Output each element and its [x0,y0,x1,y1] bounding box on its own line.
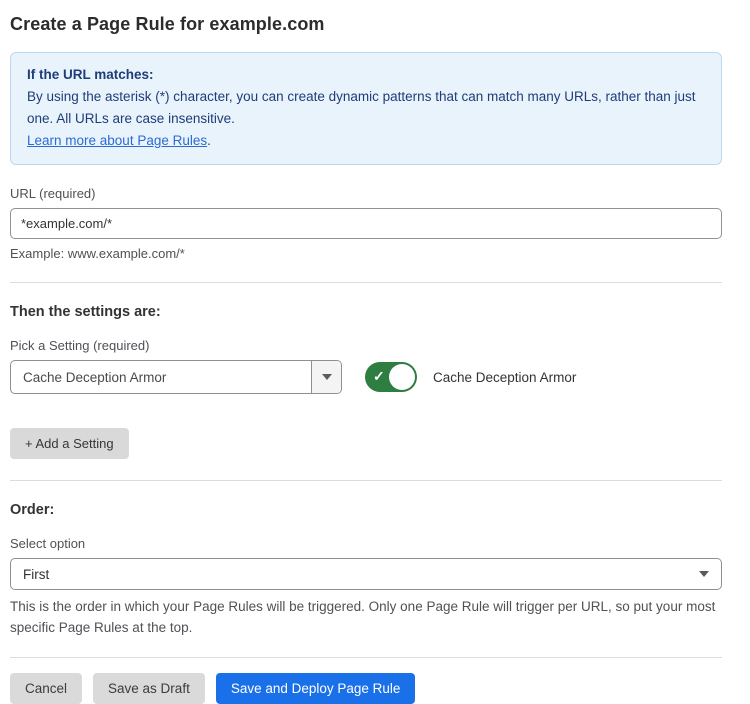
chevron-down-icon [322,374,332,380]
divider [10,282,722,283]
cancel-button[interactable]: Cancel [10,673,82,704]
setting-toggle[interactable]: ✓ [365,362,417,392]
divider [10,657,722,658]
settings-section-heading: Then the settings are: [10,304,722,320]
pick-setting-label: Pick a Setting (required) [10,338,722,353]
setting-select-value: Cache Deception Armor [11,361,311,393]
toggle-knob [389,364,415,390]
add-setting-button[interactable]: + Add a Setting [10,428,129,459]
order-select-label: Select option [10,536,722,551]
url-field-label: URL (required) [10,186,722,201]
chevron-down-icon [699,571,709,577]
footer-button-row: Cancel Save as Draft Save and Deploy Pag… [10,673,722,704]
setting-controls-row: Cache Deception Armor ✓ Cache Deception … [10,360,722,394]
create-page-rule-panel: Create a Page Rule for example.com If th… [0,0,750,704]
setting-select[interactable]: Cache Deception Armor [10,360,342,394]
save-and-deploy-button[interactable]: Save and Deploy Page Rule [216,673,416,704]
divider [10,480,722,481]
setting-select-arrow-button[interactable] [311,361,341,393]
info-box-heading: If the URL matches: [27,64,705,86]
url-input[interactable] [10,208,722,239]
order-section-heading: Order: [10,502,722,518]
order-helper-text: This is the order in which your Page Rul… [10,597,722,638]
order-select[interactable]: First [10,558,722,590]
info-box-link-line: Learn more about Page Rules. [27,130,705,152]
learn-more-link[interactable]: Learn more about Page Rules [27,133,207,148]
check-icon: ✓ [373,368,385,385]
link-suffix: . [207,133,211,148]
url-example-helper: Example: www.example.com/* [10,246,722,261]
info-box-body: By using the asterisk (*) character, you… [27,86,705,130]
toggle-setting-label: Cache Deception Armor [433,370,576,385]
page-title: Create a Page Rule for example.com [10,14,722,35]
order-select-value: First [23,567,49,582]
save-as-draft-button[interactable]: Save as Draft [93,673,205,704]
url-match-info-box: If the URL matches: By using the asteris… [10,52,722,165]
